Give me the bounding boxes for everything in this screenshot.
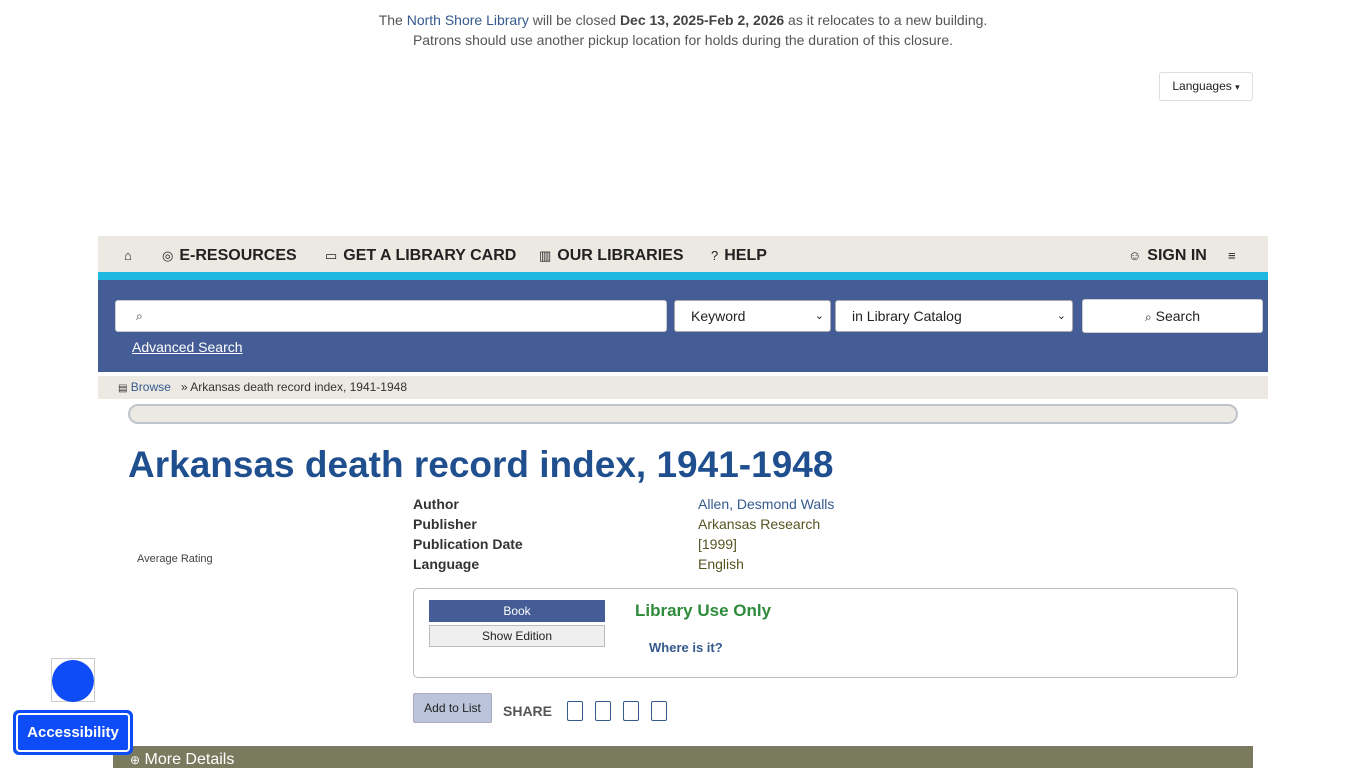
notice-text: will be closed	[528, 12, 620, 28]
publisher-value: Arkansas Research	[698, 516, 821, 532]
closure-notice: The North Shore Library will be closed D…	[0, 10, 1366, 50]
plus-icon: ⊕	[130, 753, 141, 767]
nav-label: SIGN IN	[1147, 247, 1207, 264]
card-icon: ▭	[325, 248, 338, 263]
page-title: Arkansas death record index, 1941-1948	[128, 444, 834, 485]
average-rating-label: Average Rating	[137, 553, 213, 565]
author-label: Author	[413, 496, 459, 512]
nav-label: E-RESOURCES	[179, 247, 297, 264]
search-button-label: Search	[1155, 308, 1200, 324]
chevron-down-icon: ⌄	[814, 310, 824, 322]
building-icon: ▥	[539, 248, 552, 263]
user-icon: ☺	[1128, 248, 1142, 263]
chevron-down-icon: ▾	[1235, 82, 1240, 92]
more-details-label: More Details	[144, 751, 235, 768]
where-is-it-link[interactable]: Where is it?	[649, 640, 723, 655]
share-label: SHARE	[503, 703, 553, 719]
author-link[interactable]: Allen, Desmond Walls	[698, 496, 834, 512]
search-type-select[interactable]: Keyword ⌄	[674, 300, 831, 332]
search-scope-select[interactable]: in Library Catalog ⌄	[835, 300, 1073, 332]
nav-label: GET A LIBRARY CARD	[343, 247, 517, 264]
add-to-list-button[interactable]: Add to List	[413, 693, 492, 723]
nav-sign-in[interactable]: ☺ SIGN IN	[1128, 236, 1207, 272]
share-facebook-icon[interactable]	[567, 701, 583, 721]
search-icon: ⌕	[1145, 310, 1152, 324]
nav-our-libraries[interactable]: ▥ OUR LIBRARIES	[539, 236, 684, 272]
accent-bar	[98, 272, 1268, 280]
share-pinterest-icon[interactable]	[623, 701, 639, 721]
nav-help[interactable]: ? HELP	[711, 236, 767, 272]
breadcrumb-separator: »	[180, 380, 188, 394]
share-twitter-icon[interactable]	[595, 701, 611, 721]
nav-e-resources[interactable]: ◎ E-RESOURCES	[162, 236, 297, 272]
share-email-icon[interactable]	[651, 701, 667, 721]
search-icon: ⌕	[136, 309, 143, 323]
format-book-button[interactable]: Book	[429, 600, 605, 622]
north-shore-library-link[interactable]: North Shore Library	[407, 12, 529, 28]
search-input[interactable]: ⌕	[115, 300, 667, 332]
accessibility-label: Accessibility	[16, 713, 130, 752]
loading-bar	[128, 404, 1238, 424]
notice-text: The	[378, 12, 407, 28]
closure-dates: Dec 13, 2025-Feb 2, 2026	[619, 12, 785, 28]
search-bar: ⌕ Keyword ⌄ in Library Catalog ⌄ ⌕ Searc…	[98, 280, 1268, 372]
menu-icon: ≡	[1228, 248, 1236, 263]
notice-line-2: Patrons should use another pickup locati…	[412, 32, 954, 48]
publication-date-value: [1999]	[698, 536, 737, 552]
search-button[interactable]: ⌕ Search	[1082, 299, 1263, 333]
notice-text: as it relocates to a new building.	[784, 12, 988, 28]
nav-home[interactable]: ⌂	[124, 236, 138, 272]
advanced-search-link[interactable]: Advanced Search	[132, 339, 243, 355]
more-details-toggle[interactable]: ⊕ More Details	[113, 746, 1253, 768]
nav-label: OUR LIBRARIES	[557, 247, 684, 264]
help-icon: ?	[711, 248, 719, 263]
languages-button[interactable]: Languages ▾	[1159, 72, 1253, 101]
main-nav: ⌂ ◎ E-RESOURCES ▭ GET A LIBRARY CARD ▥ OUR …	[98, 236, 1268, 272]
home-icon: ⌂	[124, 248, 132, 263]
accessibility-icon	[52, 660, 94, 702]
breadcrumb: ▤ Browse » Arkansas death record index, …	[98, 376, 1268, 399]
search-type-value: Keyword	[691, 308, 746, 324]
language-label: Language	[413, 556, 480, 572]
availability-status: Library Use Only	[635, 601, 772, 620]
breadcrumb-browse[interactable]: Browse	[131, 380, 171, 394]
show-edition-button[interactable]: Show Edition	[429, 625, 605, 647]
accessibility-button[interactable]: Accessibility	[13, 710, 133, 755]
publisher-label: Publisher	[413, 516, 477, 532]
browse-icon: ▤	[118, 383, 128, 394]
nav-menu[interactable]: ≡	[1228, 236, 1242, 272]
nav-label: HELP	[724, 247, 767, 264]
language-value: English	[698, 556, 744, 572]
search-scope-value: in Library Catalog	[852, 308, 962, 324]
format-availability-box: Book Show Edition Library Use Only Where…	[413, 588, 1238, 678]
accessibility-image[interactable]	[51, 658, 95, 702]
globe-icon: ◎	[162, 248, 174, 263]
breadcrumb-current: Arkansas death record index, 1941-1948	[190, 380, 407, 394]
nav-get-library-card[interactable]: ▭ GET A LIBRARY CARD	[325, 236, 516, 272]
chevron-down-icon: ⌄	[1056, 310, 1066, 322]
languages-label: Languages	[1172, 79, 1232, 93]
publication-date-label: Publication Date	[413, 536, 523, 552]
notice-line-1: The North Shore Library will be closed D…	[0, 10, 1366, 30]
